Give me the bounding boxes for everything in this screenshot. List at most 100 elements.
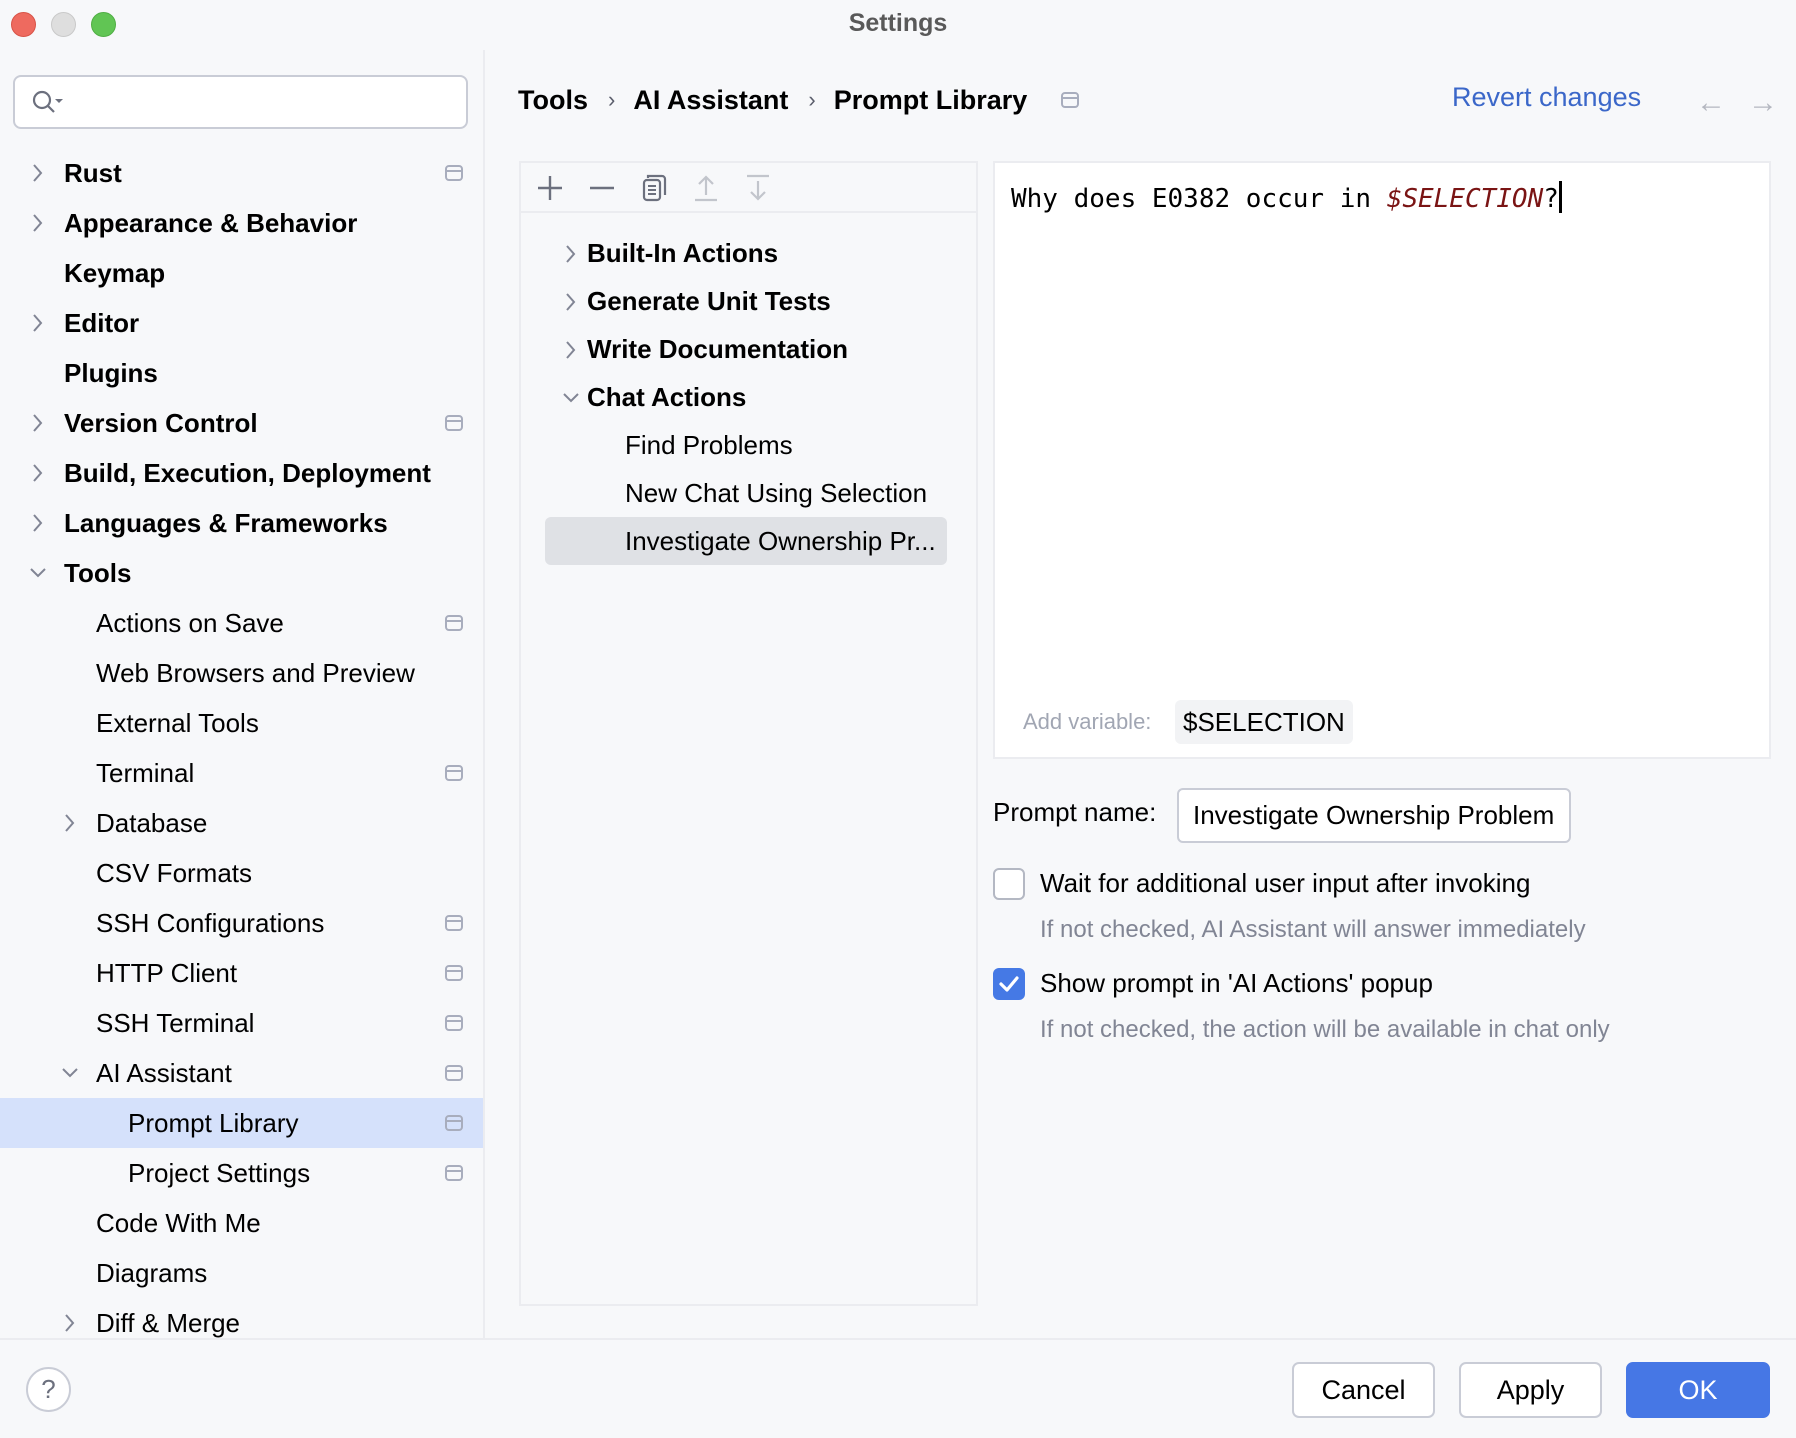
prompt-name-label: Prompt name: (993, 797, 1157, 827)
sidebar-item[interactable]: Actions on Save (0, 598, 483, 648)
show-popup-label[interactable]: Show prompt in 'AI Actions' popup (1040, 968, 1433, 999)
cancel-button[interactable]: Cancel (1292, 1362, 1435, 1418)
prompt-text-suffix: ? (1543, 184, 1559, 214)
project-level-icon (445, 415, 463, 431)
sidebar-item[interactable]: SSH Terminal (0, 998, 483, 1048)
chevron-right-icon[interactable] (26, 148, 50, 198)
chevron-down-icon[interactable] (58, 1048, 82, 1098)
chevron-right-icon[interactable] (26, 298, 50, 348)
project-level-icon (445, 765, 463, 781)
sidebar-item-label: Build, Execution, Deployment (64, 458, 431, 488)
ok-button[interactable]: OK (1626, 1362, 1770, 1418)
chevron-right-icon[interactable] (559, 277, 583, 325)
sidebar-item[interactable]: External Tools (0, 698, 483, 748)
wait-input-label[interactable]: Wait for additional user input after inv… (1040, 868, 1530, 899)
window-title: Settings (848, 9, 948, 37)
sidebar-item[interactable]: AI Assistant (0, 1048, 483, 1098)
sidebar-item-label: Languages & Frameworks (64, 508, 388, 538)
breadcrumb-item-ai-assistant[interactable]: AI Assistant (633, 85, 788, 116)
chevron-right-icon[interactable] (58, 798, 82, 848)
sidebar-item[interactable]: Appearance & Behavior (0, 198, 483, 248)
revert-changes-link[interactable]: Revert changes (1452, 82, 1641, 113)
prompt-name-input[interactable]: Investigate Ownership Problem (1177, 788, 1571, 843)
project-level-icon (445, 1065, 463, 1081)
sidebar-item[interactable]: CSV Formats (0, 848, 483, 898)
sidebar-item[interactable]: Build, Execution, Deployment (0, 448, 483, 498)
move-up-icon[interactable] (689, 171, 723, 205)
sidebar-item-label: Prompt Library (128, 1108, 299, 1138)
prompt-list-item-label: Generate Unit Tests (587, 286, 831, 316)
prompt-editor[interactable]: Why does E0382 occur in $SELECTION? Add … (993, 161, 1771, 759)
project-level-icon (445, 615, 463, 631)
sidebar-item-label: Plugins (64, 358, 158, 388)
breadcrumb-item-prompt-library: Prompt Library (833, 84, 1028, 115)
chevron-right-icon[interactable] (58, 1298, 82, 1338)
sidebar-item[interactable]: Diagrams (0, 1248, 483, 1298)
sidebar-item-label: External Tools (96, 708, 259, 738)
settings-tree: Rust Appearance & Behavior Keymap Editor Plu… (0, 148, 483, 1338)
sidebar-item[interactable]: Version Control (0, 398, 483, 448)
sidebar-item-label: Appearance & Behavior (64, 208, 358, 238)
forward-arrow-icon[interactable]: → (1748, 86, 1778, 120)
chevron-right-icon[interactable] (26, 498, 50, 548)
prompt-list-item-label: Chat Actions (587, 382, 747, 412)
sidebar-item-label: Editor (64, 308, 140, 338)
sidebar-item-label: Keymap (64, 258, 166, 288)
breadcrumb-separator: › (608, 87, 616, 112)
add-icon[interactable] (533, 171, 567, 205)
project-level-icon (445, 1165, 463, 1181)
sidebar-item-label: CSV Formats (96, 858, 253, 888)
chevron-right-icon[interactable] (26, 448, 50, 498)
prompt-text-prefix: Why does E0382 occur in (1011, 184, 1387, 214)
sidebar-item[interactable]: Languages & Frameworks (0, 498, 483, 548)
prompt-list-item[interactable]: New Chat Using Selection (521, 469, 976, 517)
apply-button[interactable]: Apply (1459, 1362, 1602, 1418)
sidebar-item-label: SSH Configurations (96, 908, 325, 938)
prompt-list-item-label: Investigate Ownership Pr... (625, 526, 936, 556)
remove-icon[interactable] (585, 171, 619, 205)
sidebar-item[interactable]: Keymap (0, 248, 483, 298)
move-down-icon[interactable] (741, 171, 775, 205)
prompt-list-item[interactable]: Write Documentation (521, 325, 976, 373)
sidebar-item[interactable]: HTTP Client (0, 948, 483, 998)
sidebar-item[interactable]: Rust (0, 148, 483, 198)
settings-search-input[interactable] (13, 75, 468, 129)
sidebar-item[interactable]: Code With Me (0, 1198, 483, 1248)
wait-input-checkbox[interactable] (993, 868, 1025, 900)
prompt-list-item[interactable]: Generate Unit Tests (521, 277, 976, 325)
show-popup-checkbox[interactable] (993, 968, 1025, 1000)
chevron-down-icon[interactable] (559, 373, 583, 421)
sidebar-item-label: Actions on Save (96, 608, 284, 638)
copy-icon[interactable] (637, 171, 671, 205)
chevron-right-icon[interactable] (26, 398, 50, 448)
sidebar-item[interactable]: Editor (0, 298, 483, 348)
sidebar-item-label: Database (96, 808, 208, 838)
prompt-list-item[interactable]: Find Problems (521, 421, 976, 469)
sidebar-item[interactable]: SSH Configurations (0, 898, 483, 948)
chevron-down-icon[interactable] (26, 548, 50, 598)
prompt-text[interactable]: Why does E0382 occur in $SELECTION? (1011, 181, 1562, 214)
chevron-right-icon[interactable] (559, 229, 583, 277)
selection-variable-chip[interactable]: $SELECTION (1175, 700, 1353, 744)
project-level-icon (445, 165, 463, 181)
prompt-list-item[interactable]: Investigate Ownership Pr... (521, 517, 976, 565)
text-caret (1558, 181, 1562, 213)
project-level-icon (445, 1015, 463, 1031)
chevron-right-icon[interactable] (559, 325, 583, 373)
sidebar-item[interactable]: Database (0, 798, 483, 848)
sidebar-item[interactable]: Tools (0, 548, 483, 598)
help-button[interactable]: ? (26, 1367, 71, 1412)
sidebar-item[interactable]: Plugins (0, 348, 483, 398)
prompt-list-item[interactable]: Built-In Actions (521, 229, 976, 277)
sidebar-item[interactable]: Prompt Library (0, 1098, 483, 1148)
prompt-list-item[interactable]: Chat Actions (521, 373, 976, 421)
breadcrumb-item-tools[interactable]: Tools (518, 85, 588, 116)
sidebar-item[interactable]: Web Browsers and Preview (0, 648, 483, 698)
sidebar-item[interactable]: Project Settings (0, 1148, 483, 1198)
sidebar-item[interactable]: Terminal (0, 748, 483, 798)
sidebar-item[interactable]: Diff & Merge (0, 1298, 483, 1338)
sidebar-item-label: Version Control (64, 408, 258, 438)
search-icon (32, 90, 63, 113)
chevron-right-icon[interactable] (26, 198, 50, 248)
back-arrow-icon[interactable]: ← (1696, 86, 1726, 120)
